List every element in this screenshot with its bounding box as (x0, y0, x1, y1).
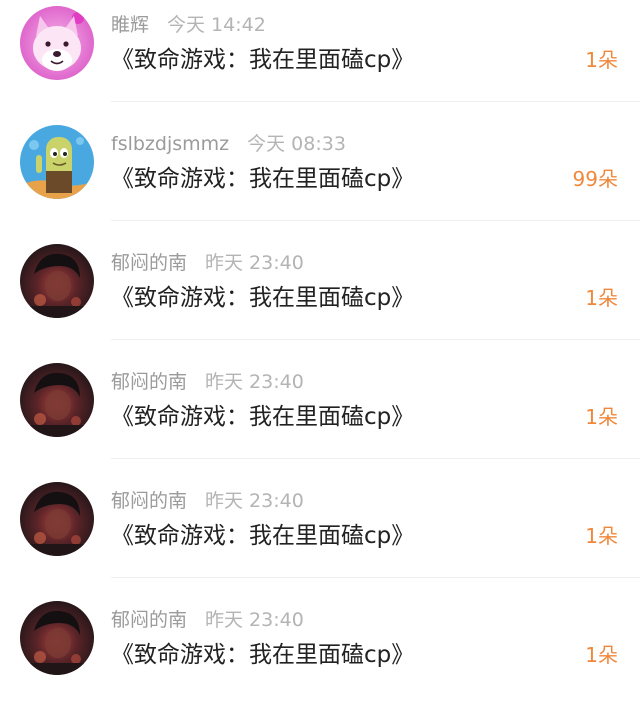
gift-count: 1朵 (585, 643, 618, 667)
avatar[interactable] (20, 482, 94, 556)
timestamp: 昨天 23:40 (205, 490, 304, 512)
divider (111, 339, 640, 340)
username[interactable]: fslbzdjsmmz (111, 133, 229, 155)
pink-shiba-dog-icon (20, 6, 94, 80)
item-meta: fslbzdjsmmz 今天 08:33 (111, 131, 346, 157)
dark-portrait-icon (20, 601, 94, 675)
book-title[interactable]: 《致命游戏：我在里面磕cp》 (111, 44, 414, 76)
username[interactable]: 郁闷的南 (111, 609, 187, 631)
list-item[interactable]: fslbzdjsmmz 今天 08:33 《致命游戏：我在里面磕cp》 99朵 (0, 119, 640, 238)
dark-portrait-icon (20, 482, 94, 556)
list-item[interactable]: 郁闷的南 昨天 23:40 《致命游戏：我在里面磕cp》 1朵 (0, 238, 640, 357)
divider (111, 220, 640, 221)
list-item[interactable]: 郁闷的南 昨天 23:40 《致命游戏：我在里面磕cp》 1朵 (0, 476, 640, 595)
divider (111, 458, 640, 459)
username[interactable]: 郁闷的南 (111, 252, 187, 274)
gift-count: 1朵 (585, 524, 618, 548)
avatar[interactable] (20, 244, 94, 318)
timestamp: 昨天 23:40 (205, 371, 304, 393)
username[interactable]: 郁闷的南 (111, 371, 187, 393)
username[interactable]: 郁闷的南 (111, 490, 187, 512)
list-item[interactable]: 睢辉 今天 14:42 《致命游戏：我在里面磕cp》 1朵 (0, 0, 640, 119)
item-meta: 郁闷的南 昨天 23:40 (111, 250, 304, 276)
item-meta: 郁闷的南 昨天 23:40 (111, 607, 304, 633)
divider (111, 101, 640, 102)
item-meta: 郁闷的南 昨天 23:40 (111, 488, 304, 514)
avatar[interactable] (20, 363, 94, 437)
timestamp: 昨天 23:40 (205, 609, 304, 631)
list-item[interactable]: 郁闷的南 昨天 23:40 《致命游戏：我在里面磕cp》 1朵 (0, 595, 640, 714)
timestamp: 今天 08:33 (247, 133, 346, 155)
book-title[interactable]: 《致命游戏：我在里面磕cp》 (111, 639, 414, 671)
item-meta: 郁闷的南 昨天 23:40 (111, 369, 304, 395)
avatar[interactable] (20, 125, 94, 199)
timestamp: 昨天 23:40 (205, 252, 304, 274)
dark-portrait-icon (20, 244, 94, 318)
gift-count: 1朵 (585, 286, 618, 310)
username[interactable]: 睢辉 (111, 14, 149, 36)
book-title[interactable]: 《致命游戏：我在里面磕cp》 (111, 401, 414, 433)
avatar[interactable] (20, 6, 94, 80)
cartoon-character-icon (20, 125, 94, 199)
gift-count: 99朵 (572, 167, 618, 191)
gift-list: 睢辉 今天 14:42 《致命游戏：我在里面磕cp》 1朵 fslbzdjsmm… (0, 0, 640, 690)
avatar[interactable] (20, 601, 94, 675)
timestamp: 今天 14:42 (167, 14, 266, 36)
book-title[interactable]: 《致命游戏：我在里面磕cp》 (111, 163, 414, 195)
item-meta: 睢辉 今天 14:42 (111, 12, 266, 38)
gift-count: 1朵 (585, 405, 618, 429)
book-title[interactable]: 《致命游戏：我在里面磕cp》 (111, 282, 414, 314)
divider (111, 577, 640, 578)
gift-count: 1朵 (585, 48, 618, 72)
list-item[interactable]: 郁闷的南 昨天 23:40 《致命游戏：我在里面磕cp》 1朵 (0, 357, 640, 476)
dark-portrait-icon (20, 363, 94, 437)
book-title[interactable]: 《致命游戏：我在里面磕cp》 (111, 520, 414, 552)
